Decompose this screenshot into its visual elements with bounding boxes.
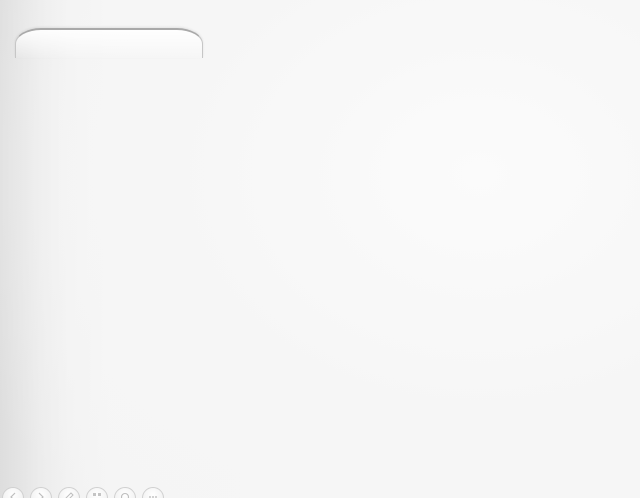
bottom-toolbar bbox=[0, 484, 164, 498]
top-tab[interactable] bbox=[15, 28, 203, 58]
grid-icon[interactable] bbox=[86, 487, 108, 498]
edit-icon[interactable] bbox=[58, 487, 80, 498]
more-icon[interactable] bbox=[142, 487, 164, 498]
circle-icon[interactable] bbox=[114, 487, 136, 498]
back-icon[interactable] bbox=[2, 487, 24, 498]
app-canvas bbox=[0, 0, 640, 498]
forward-icon[interactable] bbox=[30, 487, 52, 498]
